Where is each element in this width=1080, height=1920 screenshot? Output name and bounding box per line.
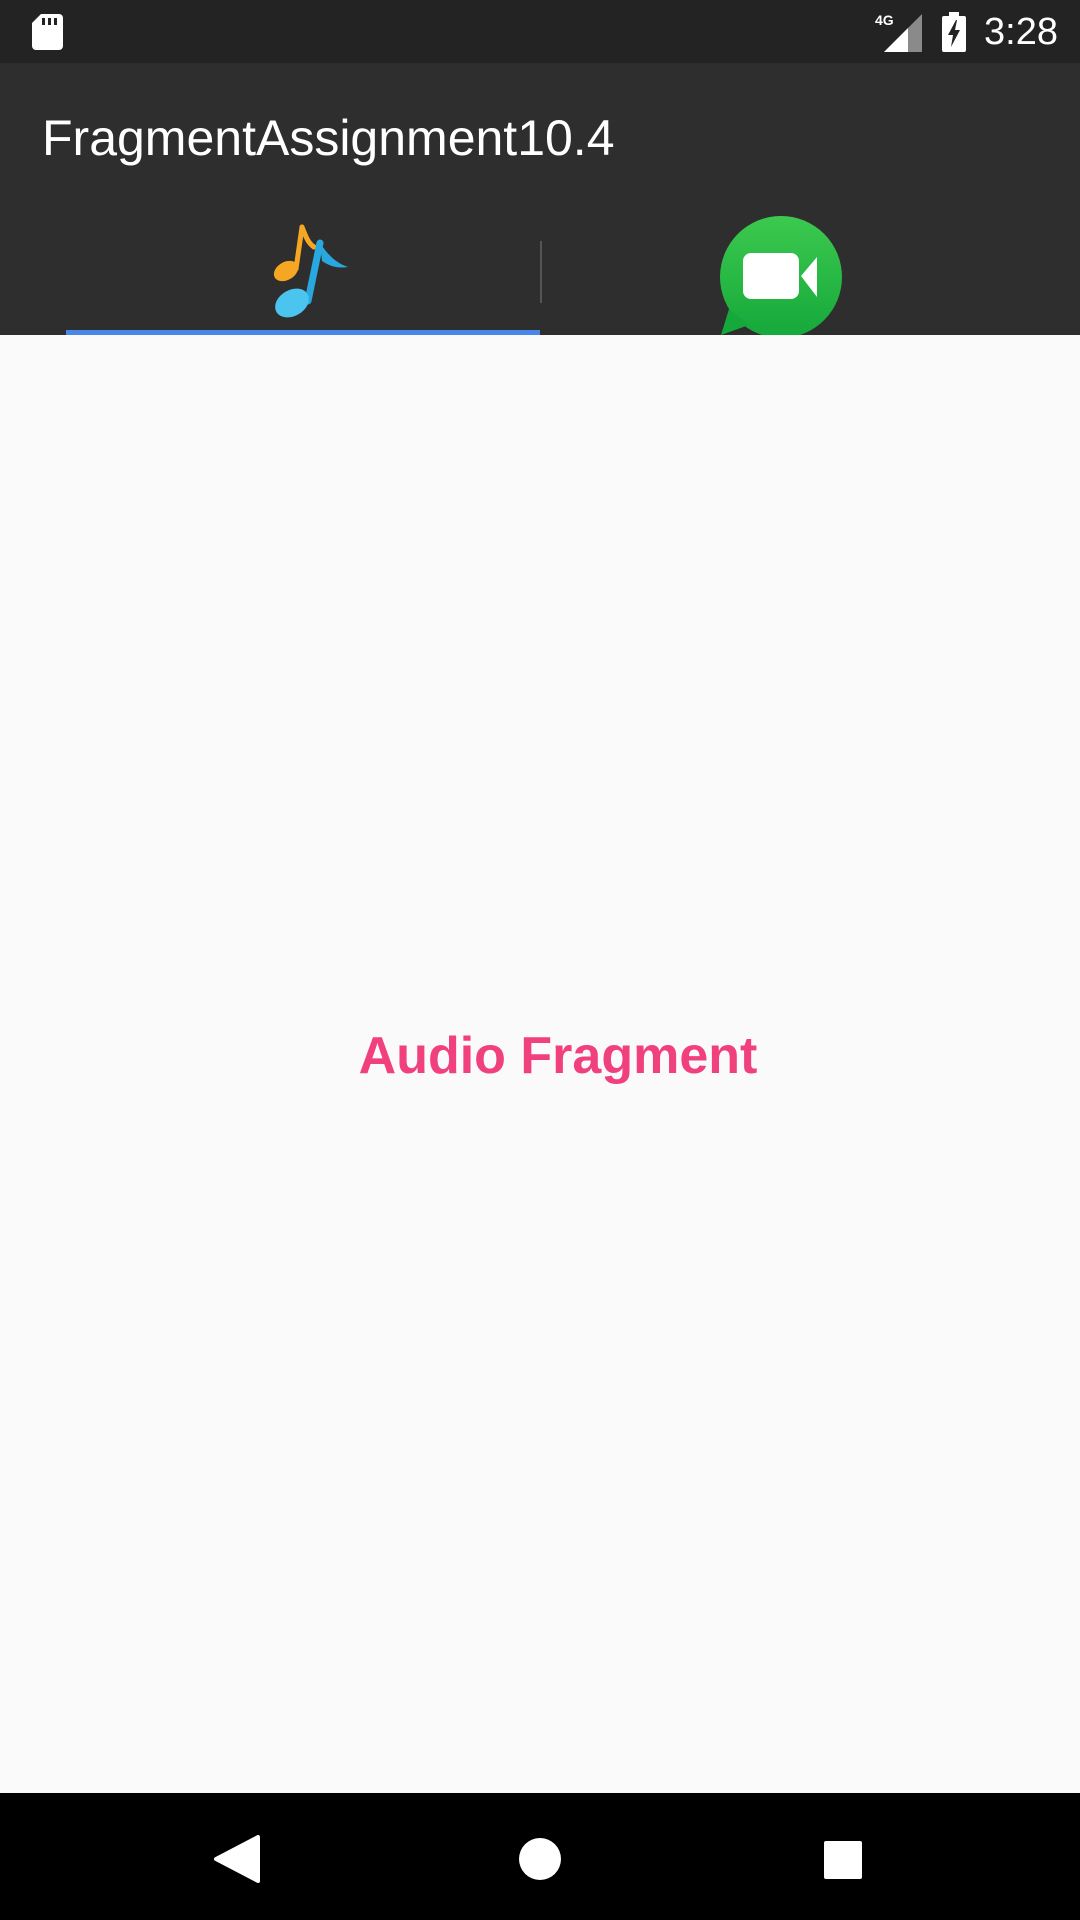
- signal-4g-icon: 4G: [875, 12, 922, 52]
- fragment-label: Audio Fragment: [358, 1027, 758, 1085]
- battery-charging-icon: [942, 12, 966, 52]
- video-chat-icon: [720, 216, 842, 335]
- home-icon[interactable]: [505, 1823, 575, 1893]
- status-bar: 4G 3:28: [0, 0, 1080, 63]
- app-bar: FragmentAssignment10.4: [0, 63, 1080, 335]
- network-label: 4G: [875, 12, 894, 28]
- music-note-icon: [273, 224, 348, 318]
- tab-audio[interactable]: [66, 211, 540, 335]
- navigation-bar: [0, 1793, 1080, 1920]
- app-title: FragmentAssignment10.4: [42, 110, 615, 166]
- tab-bar: [0, 211, 1080, 335]
- recents-icon[interactable]: [808, 1823, 878, 1893]
- fragment-content: Audio Fragment: [0, 335, 1080, 1793]
- status-clock: 3:28: [984, 11, 1058, 53]
- tab-video[interactable]: [541, 211, 1015, 335]
- screen: 4G 3:28 FragmentAssignment10.4 Audio Fra…: [0, 0, 1080, 1920]
- back-icon[interactable]: [202, 1823, 272, 1893]
- sd-card-icon: [32, 14, 63, 50]
